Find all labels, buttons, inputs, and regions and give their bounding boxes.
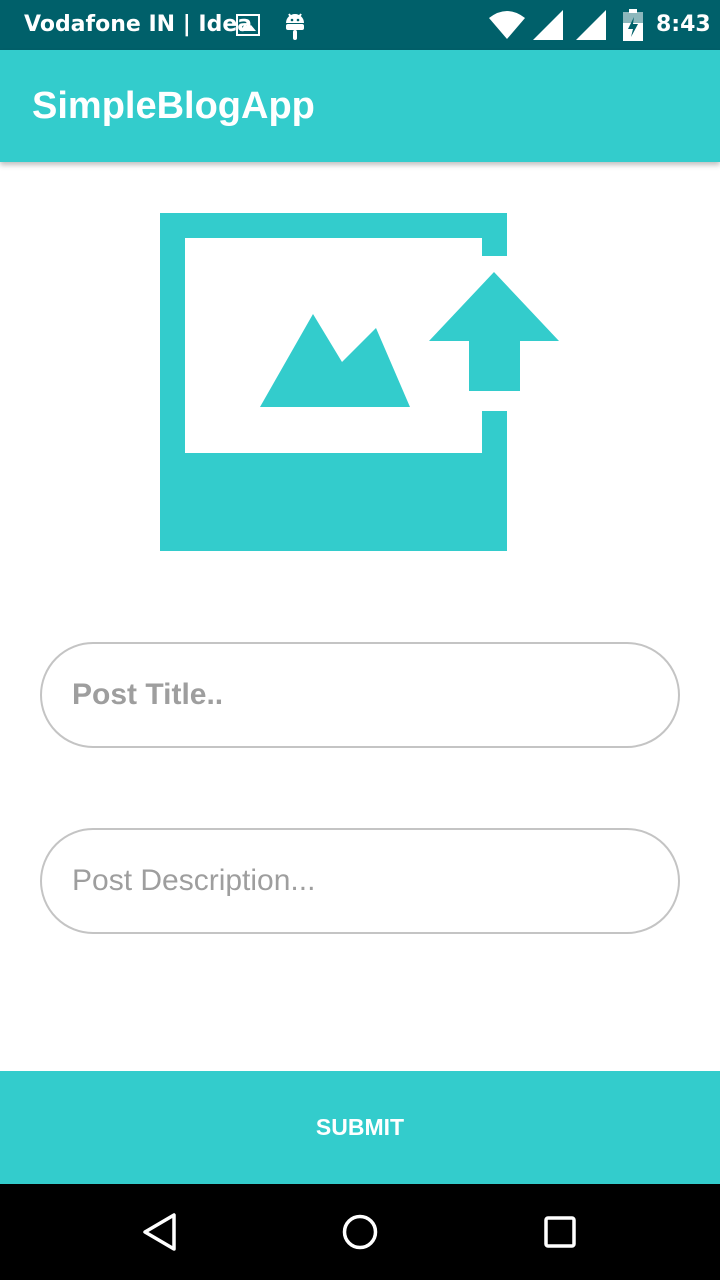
recents-icon[interactable] xyxy=(540,1212,580,1252)
back-icon[interactable] xyxy=(140,1212,180,1252)
android-icon xyxy=(286,13,304,40)
post-title-field[interactable] xyxy=(40,642,680,748)
add-image-upload-icon[interactable] xyxy=(160,213,560,551)
app-bar: SimpleBlogApp xyxy=(0,50,720,162)
wifi-icon xyxy=(489,11,525,39)
battery-icon xyxy=(623,9,643,41)
carrier-name: Vodafone IN | Idea xyxy=(24,12,253,37)
post-description-input[interactable] xyxy=(72,830,652,932)
submit-button[interactable]: SUBMIT xyxy=(0,1071,720,1184)
status-bar: Vodafone IN | Idea 8:43 xyxy=(0,0,720,50)
post-description-field[interactable] xyxy=(40,828,680,934)
app-title: SimpleBlogApp xyxy=(32,85,315,127)
signal-icon xyxy=(533,10,563,40)
post-title-input[interactable] xyxy=(72,644,652,746)
home-icon[interactable] xyxy=(340,1212,380,1252)
signal-icon xyxy=(576,10,606,40)
clock: 8:43 xyxy=(656,12,711,37)
image-notification-icon xyxy=(236,14,260,36)
